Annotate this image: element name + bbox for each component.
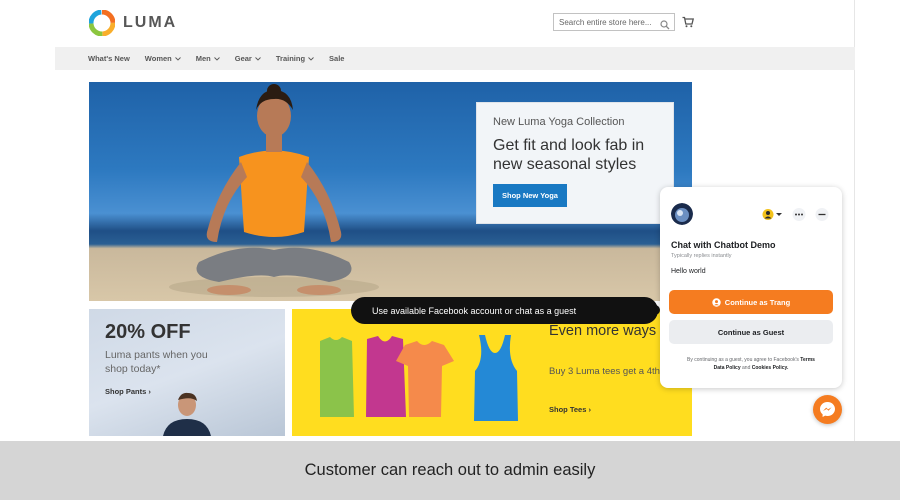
minimize-icon[interactable] bbox=[815, 208, 829, 221]
luma-logo-icon bbox=[88, 9, 116, 37]
user-avatar-icon bbox=[762, 209, 782, 220]
messenger-launcher-button[interactable] bbox=[813, 395, 842, 424]
hero-title: Get fit and look fab in new seasonal sty… bbox=[493, 137, 645, 173]
legal-prefix: By continuing as a guest, you agree to F… bbox=[687, 357, 799, 363]
messenger-chat-widget: Chat with Chatbot Demo Typically replies… bbox=[660, 187, 842, 388]
chevron-down-icon bbox=[174, 56, 181, 61]
chevron-down-icon bbox=[308, 56, 314, 61]
page-gutter bbox=[856, 0, 900, 441]
pants-promo-block[interactable]: 20% OFF Luma pants when you shop today* … bbox=[89, 309, 285, 436]
terms-link[interactable]: Terms bbox=[800, 357, 815, 363]
caption-bar: Customer can reach out to admin easily bbox=[0, 441, 900, 500]
nav-item-label: Sale bbox=[329, 54, 345, 63]
cart-icon[interactable] bbox=[682, 15, 695, 28]
nav-item-label: Women bbox=[144, 54, 172, 63]
logo-text: LUMA bbox=[123, 14, 178, 31]
chat-legal-notice: By continuing as a guest, you agree to F… bbox=[668, 356, 834, 372]
chatbot-avatar bbox=[671, 203, 693, 225]
pants-promo-title: 20% OFF bbox=[105, 321, 191, 343]
nav-item-label: Training bbox=[275, 54, 306, 63]
page: LUMA What's New Women Men Gear Training … bbox=[0, 0, 900, 500]
chat-response-status: Typically replies instantly bbox=[671, 253, 732, 259]
caption-text: Customer can reach out to admin easily bbox=[304, 461, 596, 479]
hero-text-panel: New Luma Yoga Collection Get fit and loo… bbox=[476, 102, 674, 224]
more-options-icon[interactable] bbox=[792, 208, 806, 221]
nav-item-gear[interactable]: Gear bbox=[235, 54, 261, 63]
hero-banner[interactable]: New Luma Yoga Collection Get fit and loo… bbox=[89, 82, 692, 301]
chevron-down-icon bbox=[213, 56, 220, 61]
chat-title: Chat with Chatbot Demo bbox=[671, 240, 776, 250]
chat-welcome-message: Hello world bbox=[671, 268, 706, 275]
search-box[interactable] bbox=[553, 13, 675, 31]
cookies-policy-link[interactable]: Cookies Policy. bbox=[752, 365, 789, 371]
luma-logo[interactable]: LUMA bbox=[88, 9, 178, 37]
nav-item-women[interactable]: Women bbox=[145, 54, 181, 63]
nav-item-men[interactable]: Men bbox=[196, 54, 220, 63]
legal-and: and bbox=[742, 365, 751, 371]
nav-item-sale[interactable]: Sale bbox=[329, 54, 344, 63]
continue-as-guest-label: Continue as Guest bbox=[717, 327, 785, 337]
hero-subtitle: New Luma Yoga Collection bbox=[493, 116, 625, 128]
user-circle-icon bbox=[712, 297, 721, 307]
account-switcher[interactable] bbox=[761, 208, 785, 221]
pants-promo-subtitle: Luma pants when you shop today* bbox=[105, 349, 208, 375]
nav-item-training[interactable]: Training bbox=[276, 54, 314, 63]
onboarding-tooltip: Use available Facebook account or chat a… bbox=[351, 297, 658, 324]
chevron-down-icon bbox=[255, 56, 261, 61]
main-navigation: What's New Women Men Gear Training Sale bbox=[55, 47, 855, 70]
continue-as-guest-button[interactable]: Continue as Guest bbox=[669, 320, 833, 344]
tees-photo-image bbox=[320, 335, 518, 421]
nav-item-label: Men bbox=[195, 54, 211, 63]
nav-item-label: Gear bbox=[234, 54, 252, 63]
shop-tees-link[interactable]: Shop Tees › bbox=[549, 405, 591, 414]
shop-new-yoga-button[interactable]: Shop New Yoga bbox=[493, 184, 567, 207]
search-icon[interactable] bbox=[660, 17, 670, 30]
data-policy-link[interactable]: Data Policy bbox=[714, 365, 741, 371]
tees-promo-block[interactable]: Even more ways to mix and match Buy 3 Lu… bbox=[292, 309, 692, 436]
shop-pants-link[interactable]: Shop Pants › bbox=[105, 387, 151, 396]
man-photo-image bbox=[163, 392, 211, 436]
nav-item-label: What's New bbox=[88, 54, 130, 63]
search-input[interactable] bbox=[554, 17, 654, 27]
messenger-icon bbox=[820, 402, 835, 417]
continue-as-user-label: Continue as Trang bbox=[724, 297, 791, 307]
tooltip-pointer bbox=[650, 305, 660, 315]
tooltip-text: Use available Facebook account or chat a… bbox=[372, 305, 577, 316]
nav-item-whats-new[interactable]: What's New bbox=[88, 54, 130, 63]
continue-as-user-button[interactable]: Continue as Trang bbox=[669, 290, 833, 314]
